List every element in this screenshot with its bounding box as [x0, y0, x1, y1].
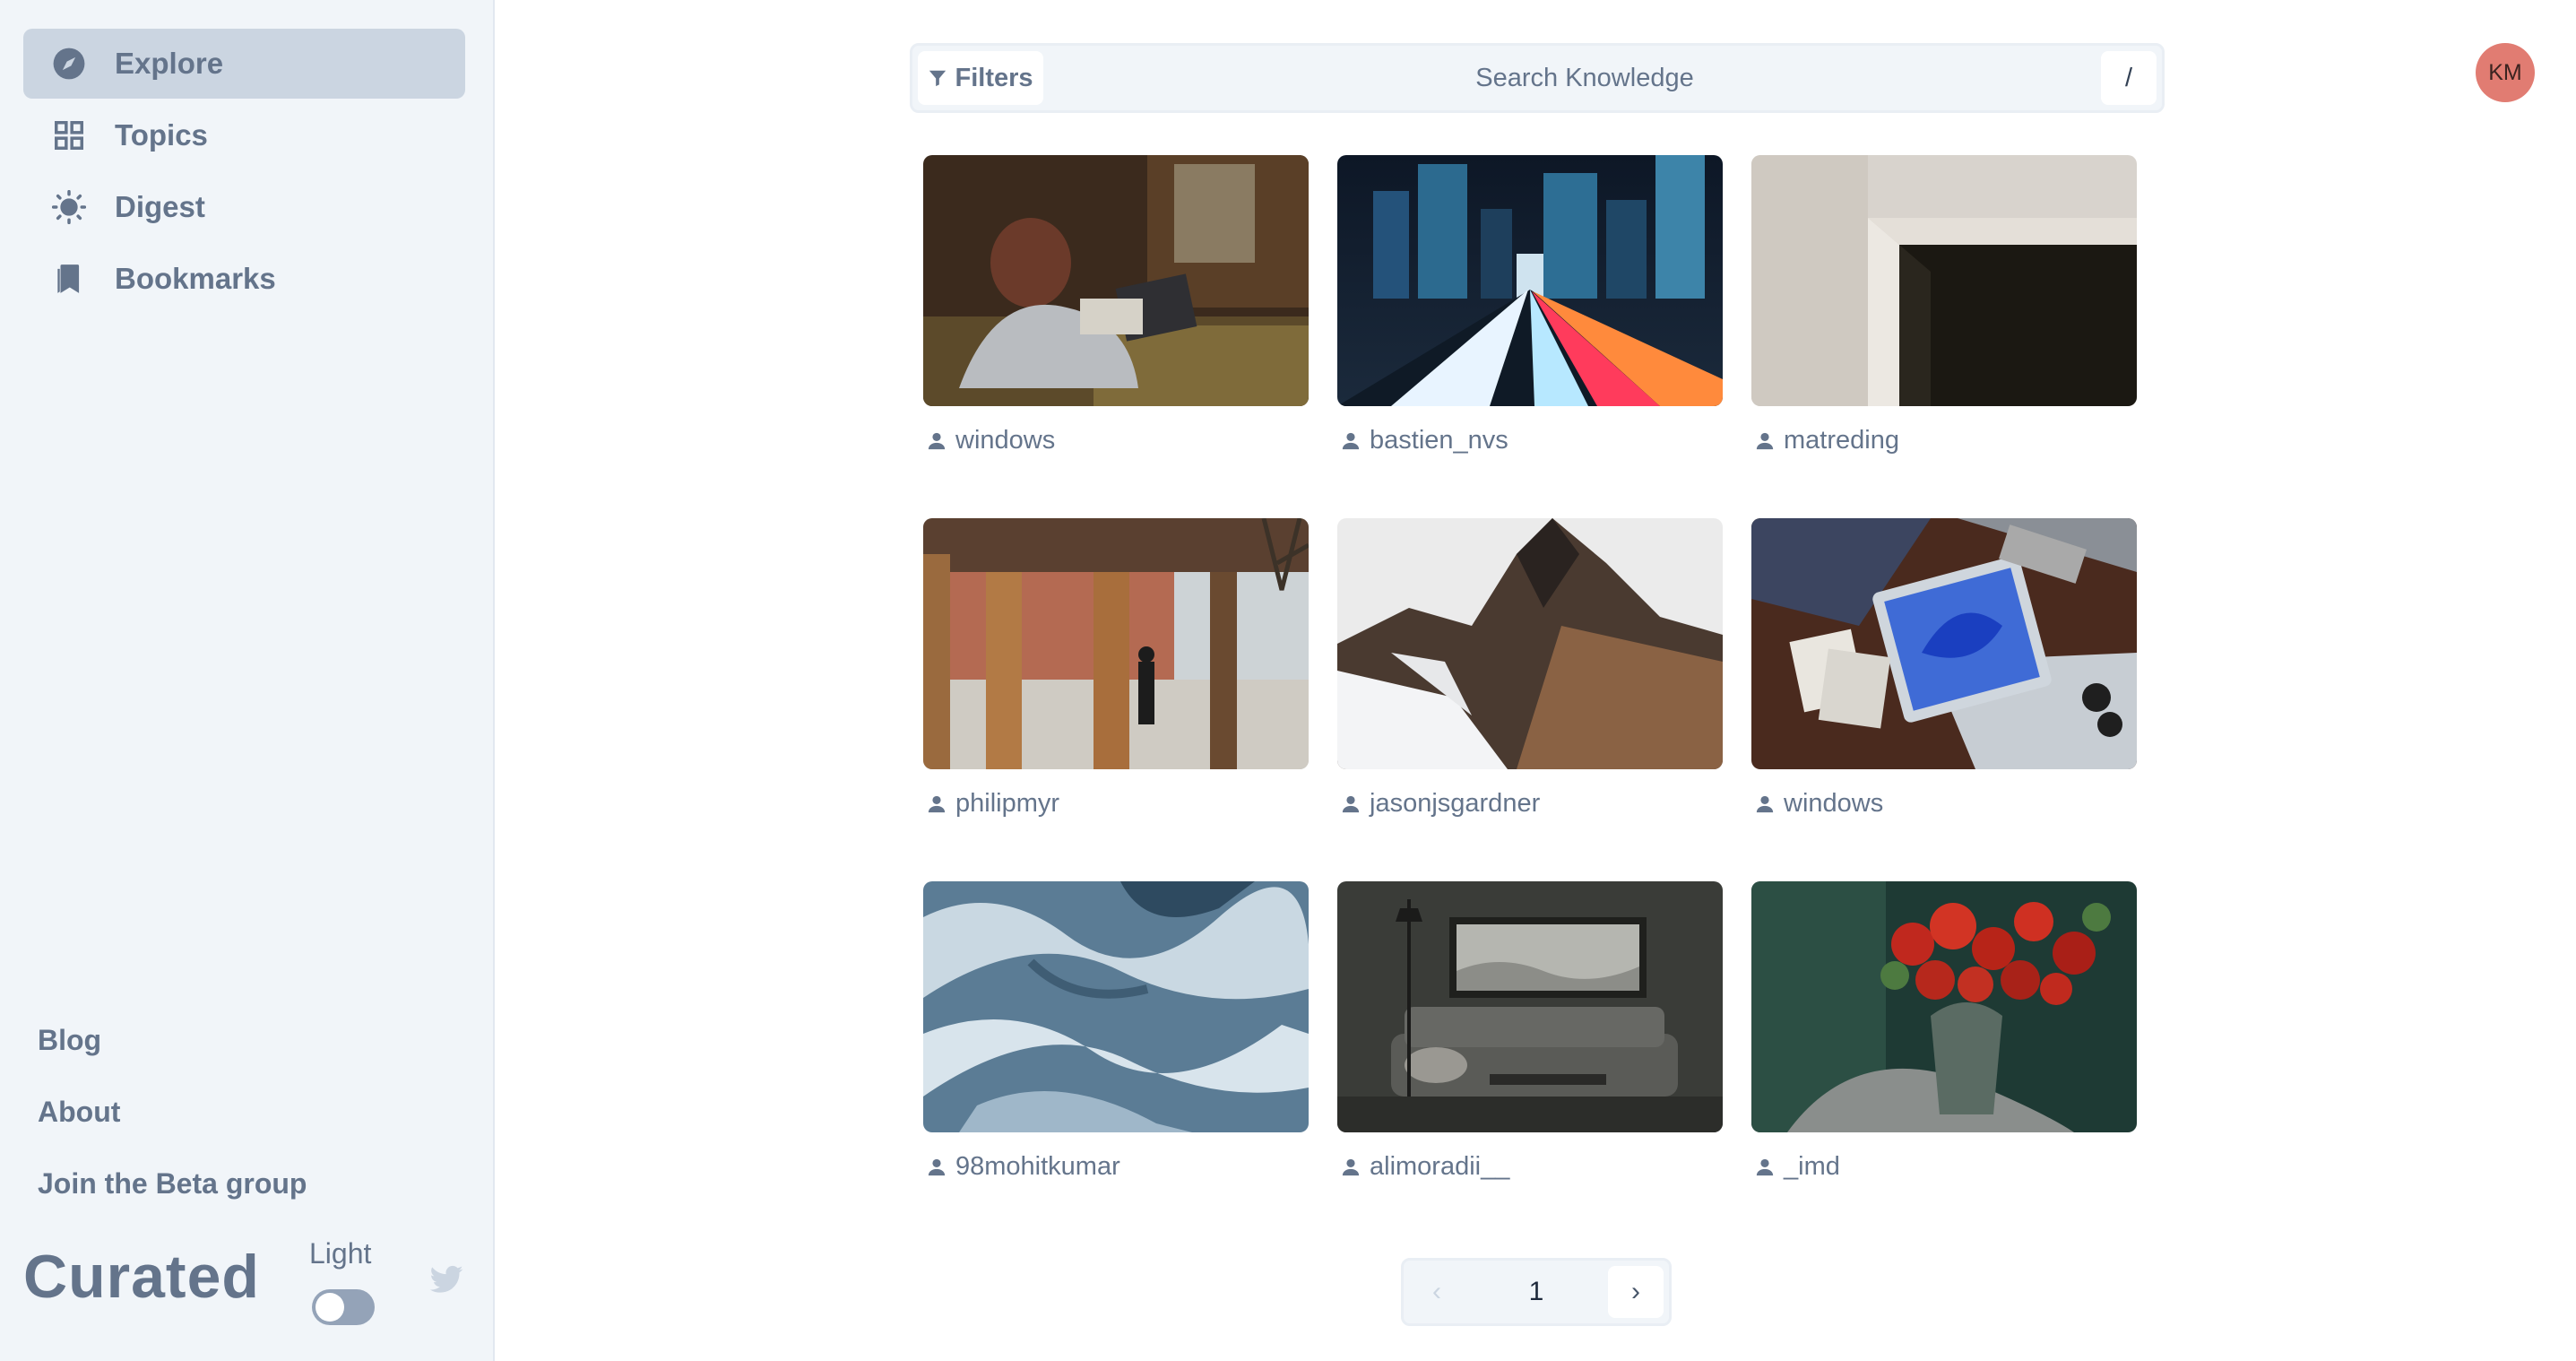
photo-thumbnail[interactable]	[1751, 881, 2137, 1132]
beta-group-link[interactable]: Join the Beta group	[38, 1148, 307, 1219]
next-page-button[interactable]: ›	[1608, 1266, 1664, 1318]
sidebar-item-digest[interactable]: Digest	[23, 172, 465, 242]
user-icon	[1342, 432, 1360, 449]
photo-author: matreding	[1751, 426, 2137, 455]
blog-link[interactable]: Blog	[38, 1004, 307, 1076]
user-icon	[928, 1158, 946, 1175]
author-name: alimoradii__	[1370, 1152, 1510, 1181]
brand-logo: Curated	[23, 1243, 260, 1311]
photo-thumbnail[interactable]	[923, 881, 1309, 1132]
author-name: philipmyr	[955, 789, 1060, 818]
sidebar-item-topics[interactable]: Topics	[23, 100, 465, 170]
search-shortcut-key: /	[2101, 51, 2157, 105]
photo-card[interactable]: _imd	[1751, 881, 2137, 1182]
photo-author: 98mohitkumar	[923, 1152, 1309, 1182]
photo-author: jasonjsgardner	[1337, 789, 1723, 819]
author-name: windows	[955, 426, 1056, 455]
sidebar-item-label: Explore	[115, 47, 224, 80]
photo-thumbnail[interactable]	[1337, 518, 1723, 769]
photo-card[interactable]: 98mohitkumar	[923, 881, 1309, 1182]
photo-author: windows	[1751, 789, 2137, 819]
photo-card[interactable]: windows	[923, 155, 1309, 455]
user-icon	[928, 432, 946, 449]
filter-icon	[929, 70, 947, 87]
author-name: bastien_nvs	[1370, 426, 1508, 455]
user-icon	[1756, 795, 1774, 812]
author-name: 98mohitkumar	[955, 1152, 1120, 1181]
photo-thumbnail[interactable]	[923, 155, 1309, 406]
photo-author: bastien_nvs	[1337, 426, 1723, 455]
theme-label: Light	[309, 1237, 372, 1270]
theme-toggle[interactable]	[312, 1289, 375, 1325]
app-root: Explore Topics Digest Bookmarks Blog Abo…	[0, 0, 2576, 1361]
search-bar: Filters /	[910, 43, 2165, 113]
sidebar: Explore Topics Digest Bookmarks Blog Abo…	[0, 0, 495, 1361]
user-avatar[interactable]: KM	[2476, 43, 2535, 102]
sidebar-item-label: Bookmarks	[115, 262, 276, 295]
footer-links: Blog About Join the Beta group	[38, 1004, 307, 1219]
author-name: jasonjsgardner	[1370, 789, 1541, 818]
photo-card[interactable]: philipmyr	[923, 518, 1309, 819]
sun-icon	[50, 188, 88, 226]
photo-author: philipmyr	[923, 789, 1309, 819]
photo-author: _imd	[1751, 1152, 2137, 1182]
sidebar-item-explore[interactable]: Explore	[23, 29, 465, 99]
photo-thumbnail[interactable]	[923, 518, 1309, 769]
user-icon	[1342, 795, 1360, 812]
author-name: matreding	[1784, 426, 1899, 455]
user-icon	[928, 795, 946, 812]
current-page: 1	[1528, 1277, 1544, 1306]
search-input[interactable]	[1092, 51, 2078, 105]
user-icon	[1756, 1158, 1774, 1175]
photo-thumbnail[interactable]	[1337, 881, 1723, 1132]
sidebar-nav: Explore Topics Digest Bookmarks	[23, 29, 465, 316]
bookmarks-icon	[50, 260, 88, 298]
sidebar-item-label: Digest	[115, 190, 205, 223]
photo-card[interactable]: jasonjsgardner	[1337, 518, 1723, 819]
user-icon	[1756, 432, 1774, 449]
photo-thumbnail[interactable]	[1751, 518, 2137, 769]
twitter-icon[interactable]	[428, 1262, 464, 1298]
author-name: windows	[1784, 789, 1884, 818]
photo-thumbnail[interactable]	[1751, 155, 2137, 406]
sidebar-item-label: Topics	[115, 118, 208, 152]
author-name: _imd	[1784, 1152, 1840, 1181]
photo-author: windows	[923, 426, 1309, 455]
filters-label: Filters	[955, 63, 1033, 92]
pagination: ‹ 1 ›	[1401, 1258, 1672, 1326]
prev-page-button[interactable]: ‹	[1409, 1266, 1465, 1318]
about-link[interactable]: About	[38, 1076, 307, 1148]
filters-button[interactable]: Filters	[918, 51, 1043, 105]
photo-card[interactable]: alimoradii__	[1337, 881, 1723, 1182]
grid-icon	[50, 117, 88, 154]
user-icon	[1342, 1158, 1360, 1175]
compass-icon	[50, 45, 88, 82]
photo-card[interactable]: windows	[1751, 518, 2137, 819]
photo-thumbnail[interactable]	[1337, 155, 1723, 406]
photo-author: alimoradii__	[1337, 1152, 1723, 1182]
toggle-knob	[316, 1293, 344, 1322]
sidebar-item-bookmarks[interactable]: Bookmarks	[23, 244, 465, 314]
photo-card[interactable]: bastien_nvs	[1337, 155, 1723, 455]
photo-card[interactable]: matreding	[1751, 155, 2137, 455]
